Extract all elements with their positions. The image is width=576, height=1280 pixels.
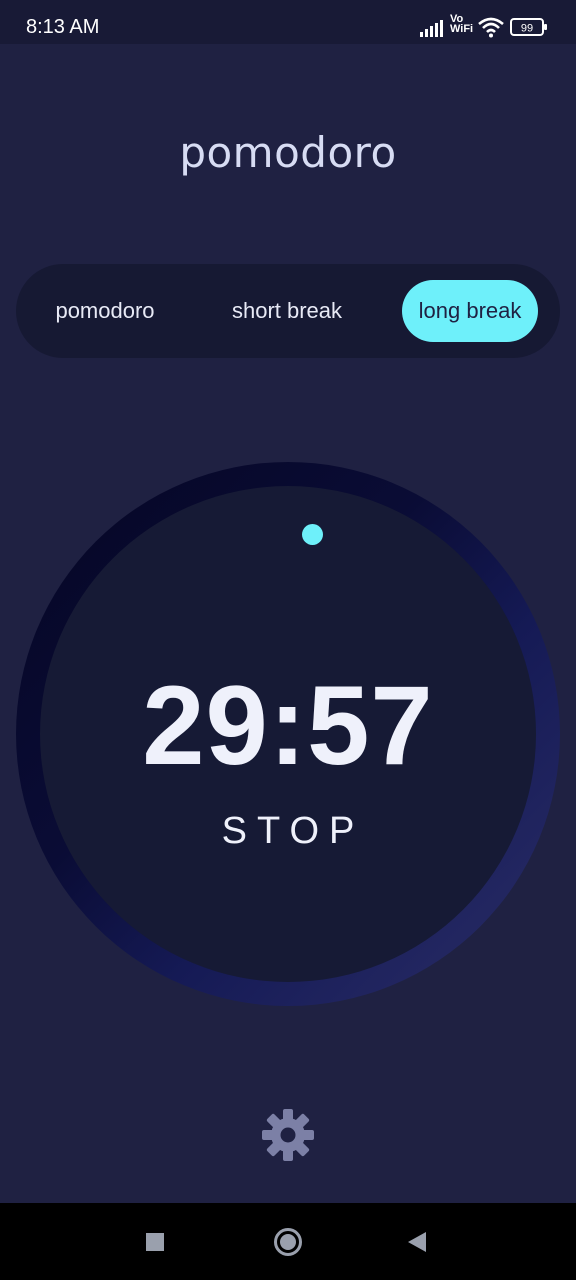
timer-face[interactable]: 29:57 STOP — [40, 486, 536, 982]
signal-icon — [420, 20, 443, 37]
wifi-icon — [478, 17, 504, 38]
mode-selector: pomodoro short break long break — [16, 264, 560, 358]
timer-countdown: 29:57 — [142, 663, 434, 788]
battery-level: 99 — [521, 23, 533, 35]
status-bar: 8:13 AM Vo WiFi 99 — [0, 0, 576, 44]
home-button[interactable] — [253, 1203, 323, 1280]
tab-pomodoro[interactable]: pomodoro — [30, 280, 180, 342]
app-title: pomodoro — [179, 128, 397, 177]
stop-button[interactable]: STOP — [40, 810, 536, 853]
battery-icon: 99 — [510, 18, 547, 36]
wifi-label: WiFi — [450, 23, 474, 35]
tab-short-break[interactable]: short break — [212, 280, 362, 342]
system-nav-bar — [0, 1203, 576, 1280]
back-button[interactable] — [383, 1203, 453, 1280]
status-time: 8:13 AM — [26, 16, 100, 38]
app-screen: 8:13 AM Vo WiFi 99 pomodoro pomodoro sho… — [0, 0, 576, 1280]
progress-indicator-dot — [302, 524, 323, 545]
back-icon — [408, 1232, 426, 1252]
gear-icon[interactable] — [260, 1107, 316, 1163]
timer-progress-ring: 29:57 STOP — [16, 462, 560, 1006]
home-icon — [274, 1228, 302, 1256]
recent-apps-icon — [146, 1233, 164, 1251]
tab-long-break[interactable]: long break — [402, 280, 538, 342]
recent-apps-button[interactable] — [120, 1203, 190, 1280]
vowifi-icon: Vo WiFi — [450, 14, 474, 35]
